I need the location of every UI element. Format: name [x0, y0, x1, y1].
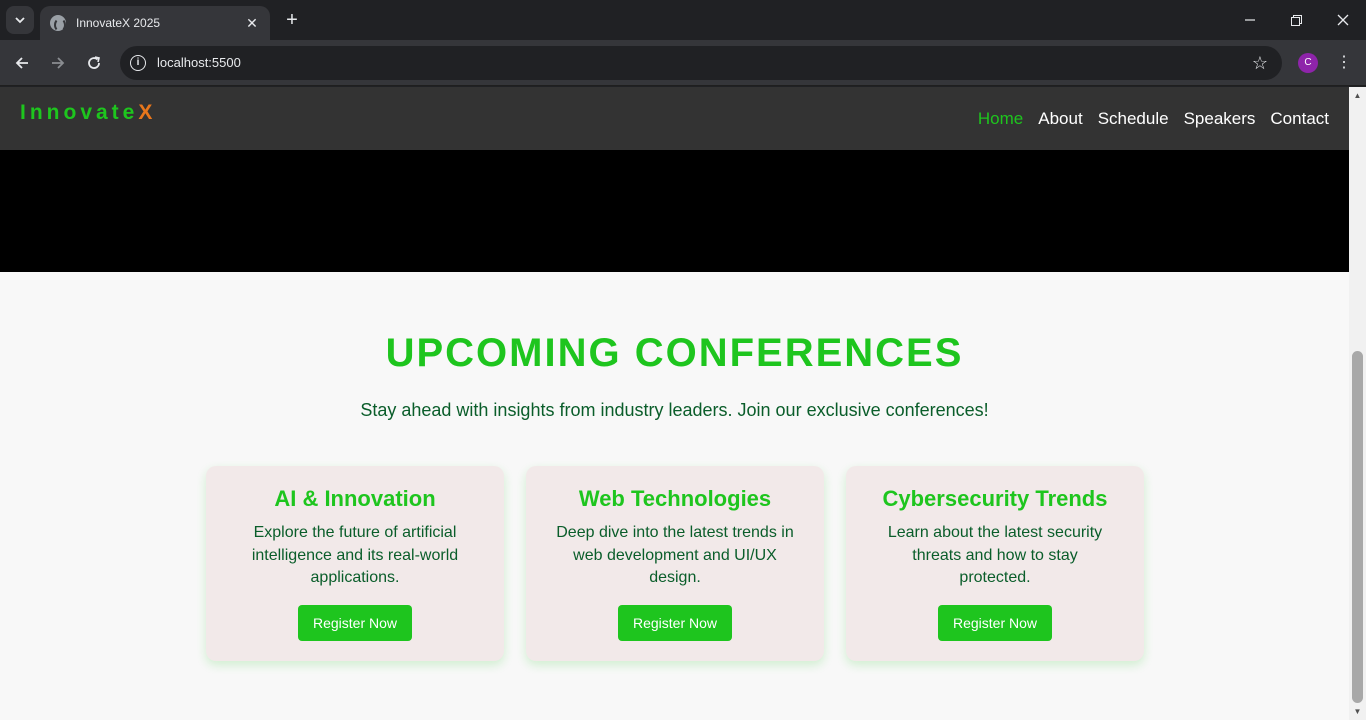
browser-tab-active[interactable]: InnovateX 2025 ✕: [40, 6, 270, 40]
logo-main: Innovate: [20, 101, 139, 124]
tab-close-icon[interactable]: ✕: [244, 15, 260, 32]
nav-about[interactable]: About: [1038, 109, 1082, 129]
kebab-menu-icon[interactable]: ⋮: [1336, 53, 1352, 73]
restore-button[interactable]: [1286, 10, 1306, 30]
card-description: Explore the future of artificial intelli…: [251, 524, 459, 586]
card-title: Cybersecurity Trends: [882, 486, 1108, 511]
browser-tabstrip: InnovateX 2025 ✕ +: [0, 0, 1366, 40]
hero-banner: [0, 150, 1349, 272]
site-info-icon[interactable]: i: [130, 55, 146, 71]
minimize-icon: [1245, 19, 1255, 21]
reload-icon: [88, 56, 100, 69]
back-button[interactable]: [12, 53, 32, 73]
conference-card-ai: AI & Innovation Explore the future of ar…: [206, 466, 504, 661]
close-icon: [1337, 14, 1349, 26]
register-button-security[interactable]: Register Now: [937, 604, 1053, 641]
section-subtitle: Stay ahead with insights from industry l…: [360, 400, 989, 420]
nav-contact[interactable]: Contact: [1270, 109, 1329, 129]
site-header: InnovateX Home About Schedule Speakers C…: [0, 87, 1349, 150]
arrow-left-icon: [15, 57, 28, 69]
browser-toolbar: i localhost:5500 ☆: [0, 40, 1366, 86]
nav-speakers[interactable]: Speakers: [1184, 109, 1256, 129]
section-title: UPCOMING CONFERENCES: [385, 331, 964, 375]
conference-card-security: Cybersecurity Trends Learn about the lat…: [846, 466, 1144, 661]
close-window-button[interactable]: [1333, 10, 1353, 30]
main-nav: Home About Schedule Speakers Contact: [978, 109, 1329, 129]
card-description: Deep dive into the latest trends in web …: [556, 524, 794, 586]
address-bar[interactable]: i localhost:5500 ☆: [120, 46, 1282, 80]
tab-title: InnovateX 2025: [76, 16, 161, 30]
register-button-ai[interactable]: Register Now: [297, 604, 413, 641]
arrow-right-icon: [52, 57, 65, 69]
profile-avatar[interactable]: C: [1298, 53, 1318, 73]
bookmark-star-icon[interactable]: ☆: [1252, 53, 1268, 74]
globe-icon: [50, 15, 66, 32]
minimize-button[interactable]: [1240, 10, 1260, 30]
scrollbar-thumb[interactable]: [1352, 351, 1363, 703]
card-title: AI & Innovation: [274, 486, 436, 511]
site-logo[interactable]: InnovateX: [20, 101, 156, 125]
scroll-up-arrow-icon[interactable]: ▲: [1353, 91, 1362, 100]
register-button-web[interactable]: Register Now: [617, 604, 733, 641]
card-description: Learn about the latest security threats …: [887, 524, 1103, 586]
page-scrollbar[interactable]: ▲ ▼: [1349, 87, 1366, 720]
page-viewport: InnovateX Home About Schedule Speakers C…: [0, 87, 1349, 720]
conference-card-web: Web Technologies Deep dive into the late…: [526, 466, 824, 661]
restore-icon: [1290, 14, 1302, 26]
reload-button[interactable]: [84, 53, 104, 73]
chevron-down-icon: [15, 17, 25, 24]
conference-cards: AI & Innovation Explore the future of ar…: [206, 466, 1144, 661]
nav-schedule[interactable]: Schedule: [1098, 109, 1169, 129]
url-text[interactable]: localhost:5500: [157, 55, 241, 70]
nav-home[interactable]: Home: [978, 109, 1023, 129]
new-tab-button[interactable]: +: [282, 10, 302, 30]
forward-button[interactable]: [48, 53, 68, 73]
scroll-down-arrow-icon[interactable]: ▼: [1353, 707, 1362, 716]
logo-accent: X: [138, 101, 157, 124]
card-title: Web Technologies: [578, 486, 772, 511]
tab-search-button[interactable]: [6, 6, 34, 34]
